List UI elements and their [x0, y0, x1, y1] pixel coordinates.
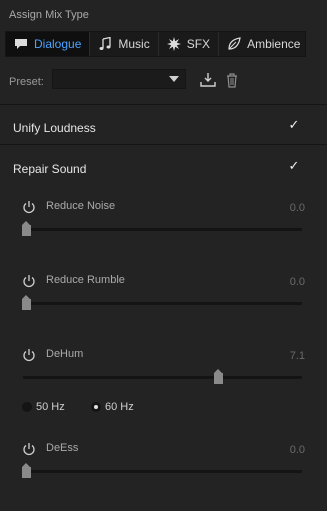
speech-bubble-icon	[15, 39, 27, 49]
reduce-noise-slider-thumb[interactable]	[22, 221, 31, 236]
power-icon[interactable]	[22, 200, 36, 214]
reduce-rumble-value: 0.0	[289, 276, 305, 288]
deess-label: DeEss	[46, 442, 79, 454]
preset-dropdown[interactable]	[52, 69, 186, 89]
power-icon[interactable]	[22, 348, 36, 362]
dehum-slider[interactable]	[23, 376, 302, 379]
deess-value: 0.0	[289, 444, 305, 456]
dehum-60hz-label: 60 Hz	[105, 401, 134, 413]
unify-loudness-checkbox[interactable]: ✓	[288, 118, 300, 131]
dehum-label: DeHum	[46, 348, 84, 360]
tab-ambience[interactable]: Ambience	[219, 32, 308, 56]
preset-label: Preset:	[9, 76, 44, 88]
dehum-slider-thumb[interactable]	[213, 369, 223, 384]
dehum-50hz-radio[interactable]	[22, 402, 32, 412]
tab-label: Dialogue	[34, 37, 82, 51]
reduce-rumble-slider-thumb[interactable]	[22, 295, 31, 310]
tab-sfx[interactable]: SFX	[159, 32, 220, 56]
power-icon[interactable]	[22, 442, 36, 456]
tab-label: SFX	[186, 37, 211, 51]
chevron-down-icon	[169, 76, 179, 82]
burst-icon	[166, 37, 181, 51]
unify-loudness-label: Unify Loudness	[13, 121, 96, 135]
tab-music[interactable]: Music	[90, 32, 159, 56]
music-note-icon	[99, 37, 112, 50]
mix-type-tabs: Dialogue Music SFX Ambience	[5, 31, 306, 57]
repair-sound-label: Repair Sound	[13, 162, 87, 176]
tab-dialogue[interactable]: Dialogue	[6, 32, 91, 56]
reduce-noise-value: 0.0	[289, 202, 305, 214]
reduce-noise-slider[interactable]	[23, 228, 302, 231]
trash-icon[interactable]	[224, 72, 240, 88]
dehum-50hz-label: 50 Hz	[36, 401, 65, 413]
dehum-60hz-radio[interactable]	[91, 402, 101, 412]
divider	[0, 144, 327, 145]
power-icon[interactable]	[22, 274, 36, 288]
deess-slider[interactable]	[23, 470, 302, 473]
reduce-rumble-label: Reduce Rumble	[46, 274, 125, 286]
divider	[0, 104, 327, 105]
repair-sound-checkbox[interactable]: ✓	[288, 159, 300, 172]
deess-slider-thumb[interactable]	[22, 463, 31, 478]
tab-label: Ambience	[247, 37, 301, 51]
reduce-rumble-slider[interactable]	[23, 302, 302, 305]
save-preset-icon[interactable]	[200, 72, 216, 88]
dehum-value: 7.1	[289, 350, 305, 362]
tab-label: Music	[118, 37, 150, 51]
reduce-noise-label: Reduce Noise	[46, 200, 116, 212]
section-title: Assign Mix Type	[9, 9, 89, 21]
leaf-icon	[228, 37, 241, 50]
